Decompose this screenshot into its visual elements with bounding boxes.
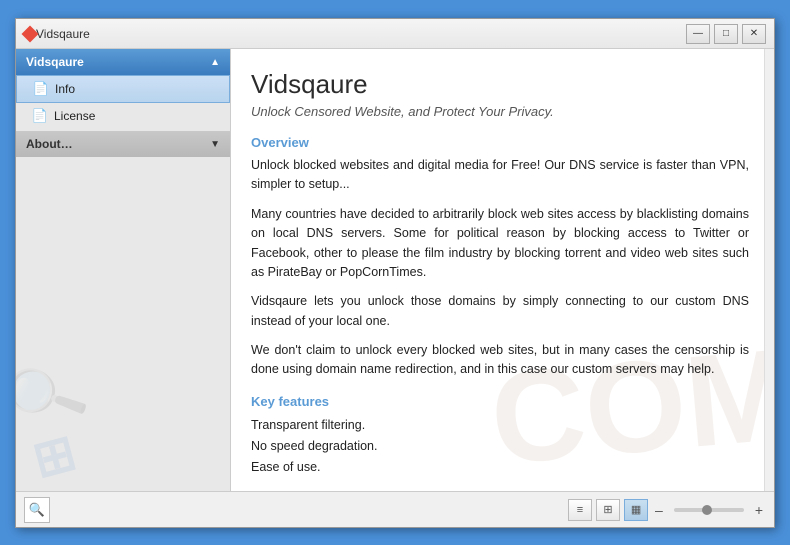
content-body: Vidsqaure Unlock Censored Website, and P… (251, 69, 749, 491)
info-doc-icon: 📄 (33, 81, 49, 97)
list-view-icon: ≡ (577, 504, 583, 516)
sidebar-item-info-label: Info (55, 82, 75, 96)
chevron-down-icon: ▼ (210, 139, 220, 150)
view-detail-button[interactable]: ▦ (624, 499, 648, 521)
search-button[interactable]: 🔍 (24, 497, 50, 523)
titlebar: Vidsqaure — □ ✕ (16, 19, 774, 49)
toolbar-right: ≡ ⊞ ▦ – + (568, 499, 766, 521)
sidebar-item-license[interactable]: 📄 License (16, 103, 230, 129)
sidebar-item-info[interactable]: 📄 Info (16, 75, 230, 103)
zoom-handle[interactable] (702, 505, 712, 515)
sidebar-section-vidsqaure: Vidsqaure ▲ 📄 Info 📄 License (16, 49, 230, 129)
minimize-button[interactable]: — (686, 24, 710, 44)
feature-2: No speed degradation. (251, 436, 749, 457)
window-controls: — □ ✕ (686, 24, 766, 44)
overview-heading: Overview (251, 135, 749, 150)
overview-para-2: Many countries have decided to arbitrari… (251, 205, 749, 283)
overview-para-1: Unlock blocked websites and digital medi… (251, 156, 749, 195)
zoom-minus-button[interactable]: – (652, 502, 666, 518)
maximize-button[interactable]: □ (714, 24, 738, 44)
toolbar-left: 🔍 (24, 497, 50, 523)
sidebar: Vidsqaure ▲ 📄 Info 📄 License (16, 49, 231, 491)
zoom-plus-button[interactable]: + (752, 502, 766, 518)
view-grid-button[interactable]: ⊞ (596, 499, 620, 521)
detail-view-icon: ▦ (631, 503, 641, 516)
features-list: Transparent filtering. No speed degradat… (251, 415, 749, 479)
sidebar-section-about: About… ▼ (16, 131, 230, 157)
overview-para-4: We don't claim to unlock every blocked w… (251, 341, 749, 380)
app-window: Vidsqaure — □ ✕ Vidsqaure ▲ 📄 (15, 18, 775, 528)
license-doc-icon: 📄 (32, 108, 48, 124)
feature-3: Ease of use. (251, 457, 749, 478)
content-area: COM Vidsqaure Unlock Censored Website, a… (231, 49, 774, 491)
content-scrollbar[interactable] (764, 49, 774, 491)
sidebar-item-license-label: License (54, 109, 95, 123)
sidebar-about-label: About… (26, 137, 73, 151)
grid-view-icon: ⊞ (603, 503, 612, 516)
features-heading: Key features (251, 394, 749, 409)
bottom-toolbar: 🔍 ≡ ⊞ ▦ – + (16, 491, 774, 527)
search-icon: 🔍 (29, 502, 45, 518)
overview-para-3: Vidsqaure lets you unlock those domains … (251, 292, 749, 331)
content-title: Vidsqaure (251, 69, 749, 100)
sidebar-header-about[interactable]: About… ▼ (16, 131, 230, 157)
sidebar-section-label: Vidsqaure (26, 55, 84, 69)
content-subtitle: Unlock Censored Website, and Protect You… (251, 104, 749, 119)
view-list-button[interactable]: ≡ (568, 499, 592, 521)
close-button[interactable]: ✕ (742, 24, 766, 44)
sidebar-watermark-area: 🔍 ⊞ (16, 159, 230, 491)
main-area: Vidsqaure ▲ 📄 Info 📄 License (16, 49, 774, 491)
window-title: Vidsqaure (36, 27, 686, 41)
zoom-slider[interactable] (674, 508, 744, 512)
chevron-up-icon: ▲ (210, 57, 220, 68)
sidebar-header-vidsqaure[interactable]: Vidsqaure ▲ (16, 49, 230, 75)
feature-1: Transparent filtering. (251, 415, 749, 436)
content-scroll[interactable]: COM Vidsqaure Unlock Censored Website, a… (231, 49, 774, 491)
sidebar-watermark: 🔍 ⊞ (16, 340, 97, 487)
